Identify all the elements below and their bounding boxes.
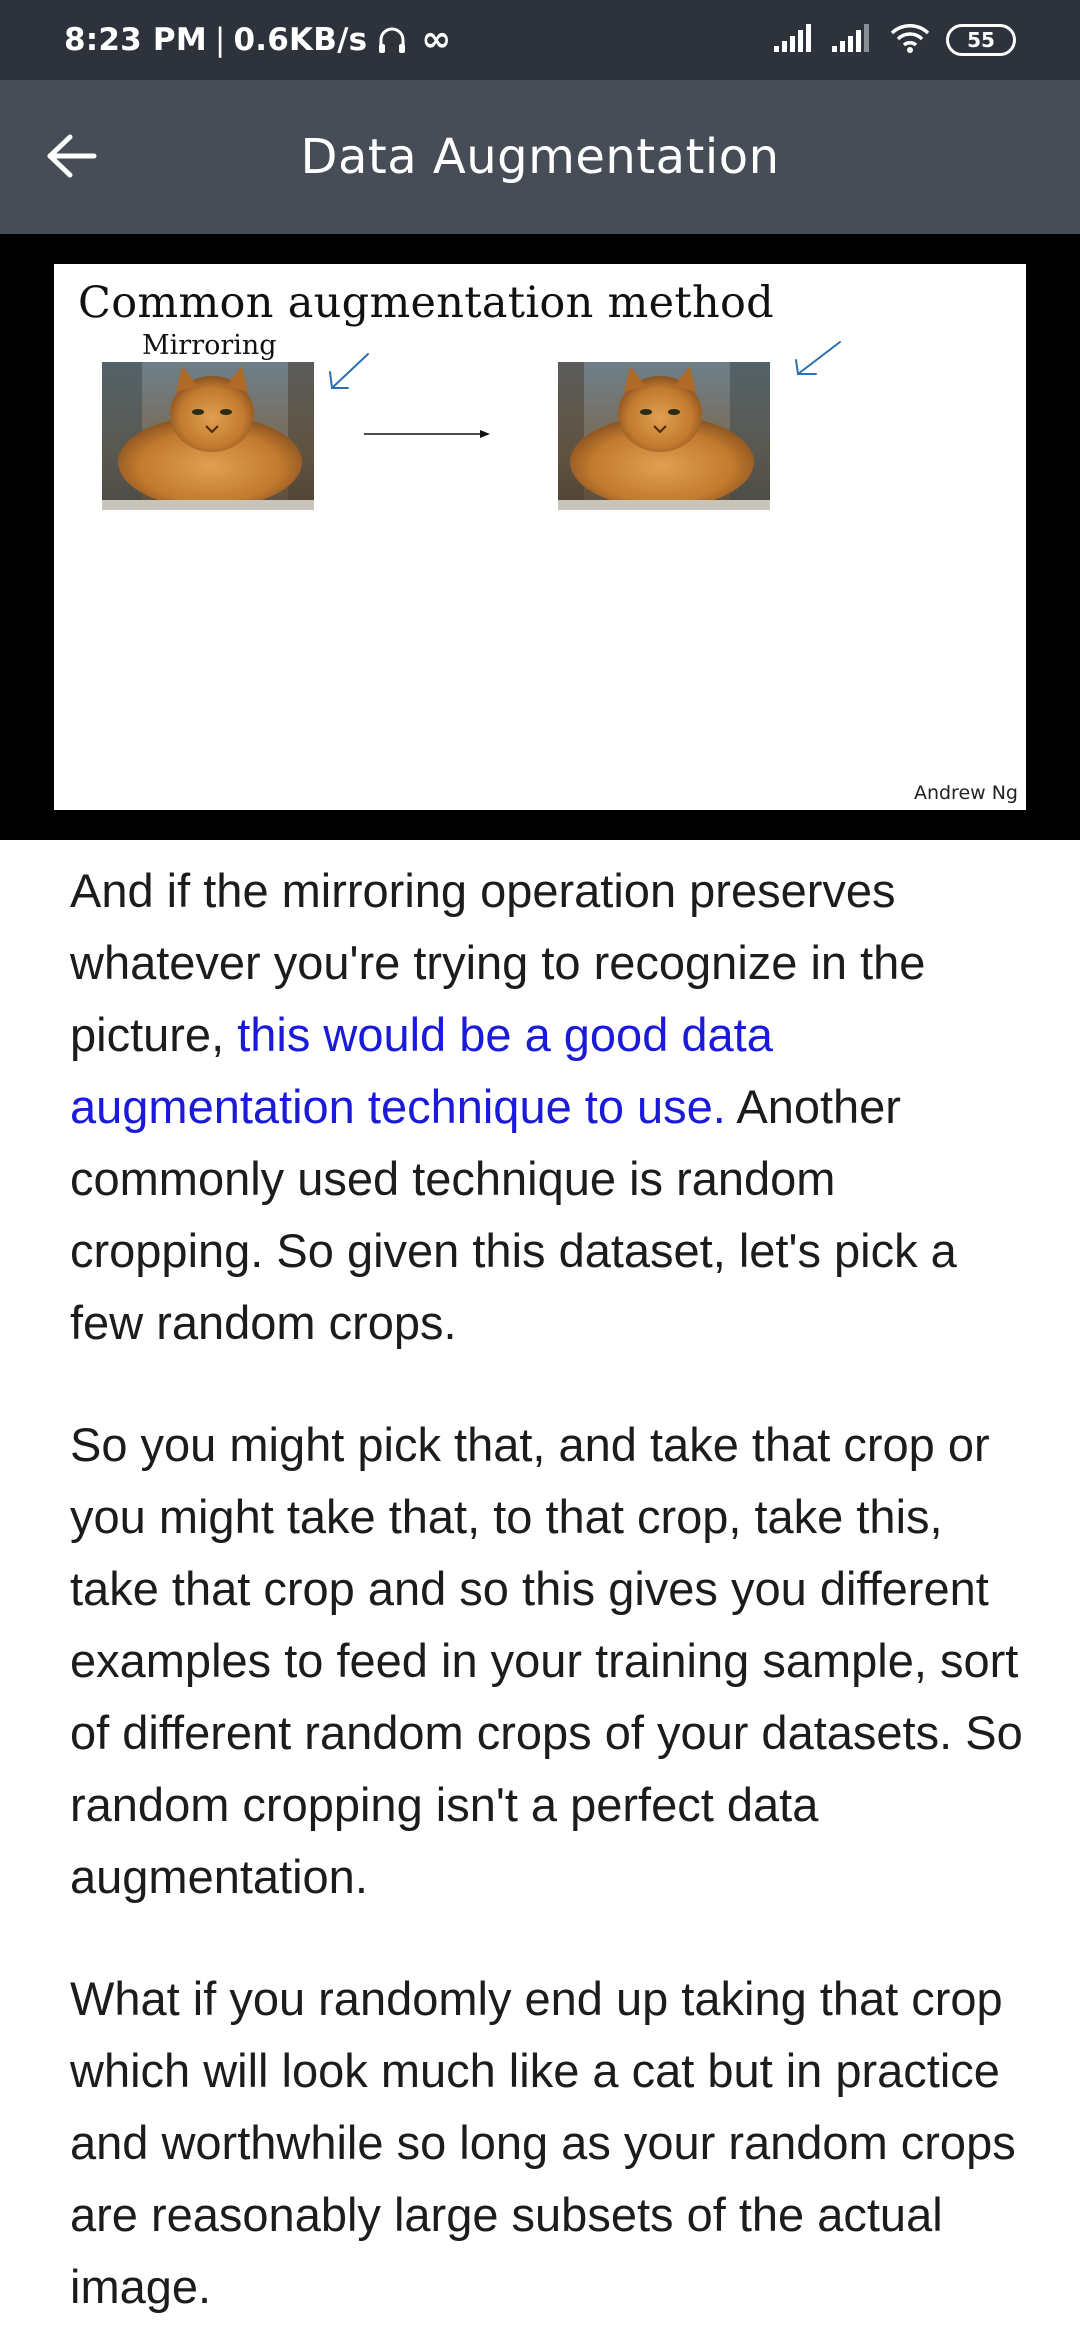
network-speed: 0.6KB/s <box>233 22 368 58</box>
pen-arrow-annotation-2 <box>795 341 841 375</box>
signal-icon-2 <box>832 24 874 56</box>
status-bar: 8:23 PM | 0.6KB/s ∞ 55 <box>0 0 1080 80</box>
transcript-paragraph: What if you randomly end up taking that … <box>70 1972 1016 2313</box>
status-left: 8:23 PM | 0.6KB/s ∞ <box>64 19 452 60</box>
status-time: 8:23 PM <box>64 22 207 58</box>
video-player[interactable]: Common augmentation method Mirroring And… <box>0 234 1080 840</box>
transform-arrow <box>364 430 490 438</box>
infinity-icon: ∞ <box>421 19 452 60</box>
pen-arrow-annotation <box>329 353 369 389</box>
slide-credit: Andrew Ng <box>913 782 1018 804</box>
app-bar: Data Augmentation <box>0 80 1080 234</box>
lecture-slide: Common augmentation method Mirroring And… <box>54 264 1026 810</box>
headphone-icon <box>377 25 407 55</box>
signal-icon <box>774 24 816 56</box>
battery-level: 55 <box>967 28 995 52</box>
status-separator: | <box>214 22 226 58</box>
transcript-paragraph: And if the mirroring operation preserves… <box>70 855 1030 1359</box>
transcript: And if the mirroring operation preserves… <box>70 855 1030 2340</box>
slide-title: Common augmentation method <box>78 278 774 328</box>
slide-subtitle: Mirroring <box>142 330 277 361</box>
wifi-icon <box>890 23 930 57</box>
battery-icon: 55 <box>946 24 1016 56</box>
status-right: 55 <box>774 23 1016 57</box>
cat-image-mirrored <box>558 362 770 510</box>
cat-image-original <box>102 362 314 510</box>
transcript-paragraph: So you might pick that, and take that cr… <box>70 1418 1023 1903</box>
page-title: Data Augmentation <box>300 129 780 185</box>
